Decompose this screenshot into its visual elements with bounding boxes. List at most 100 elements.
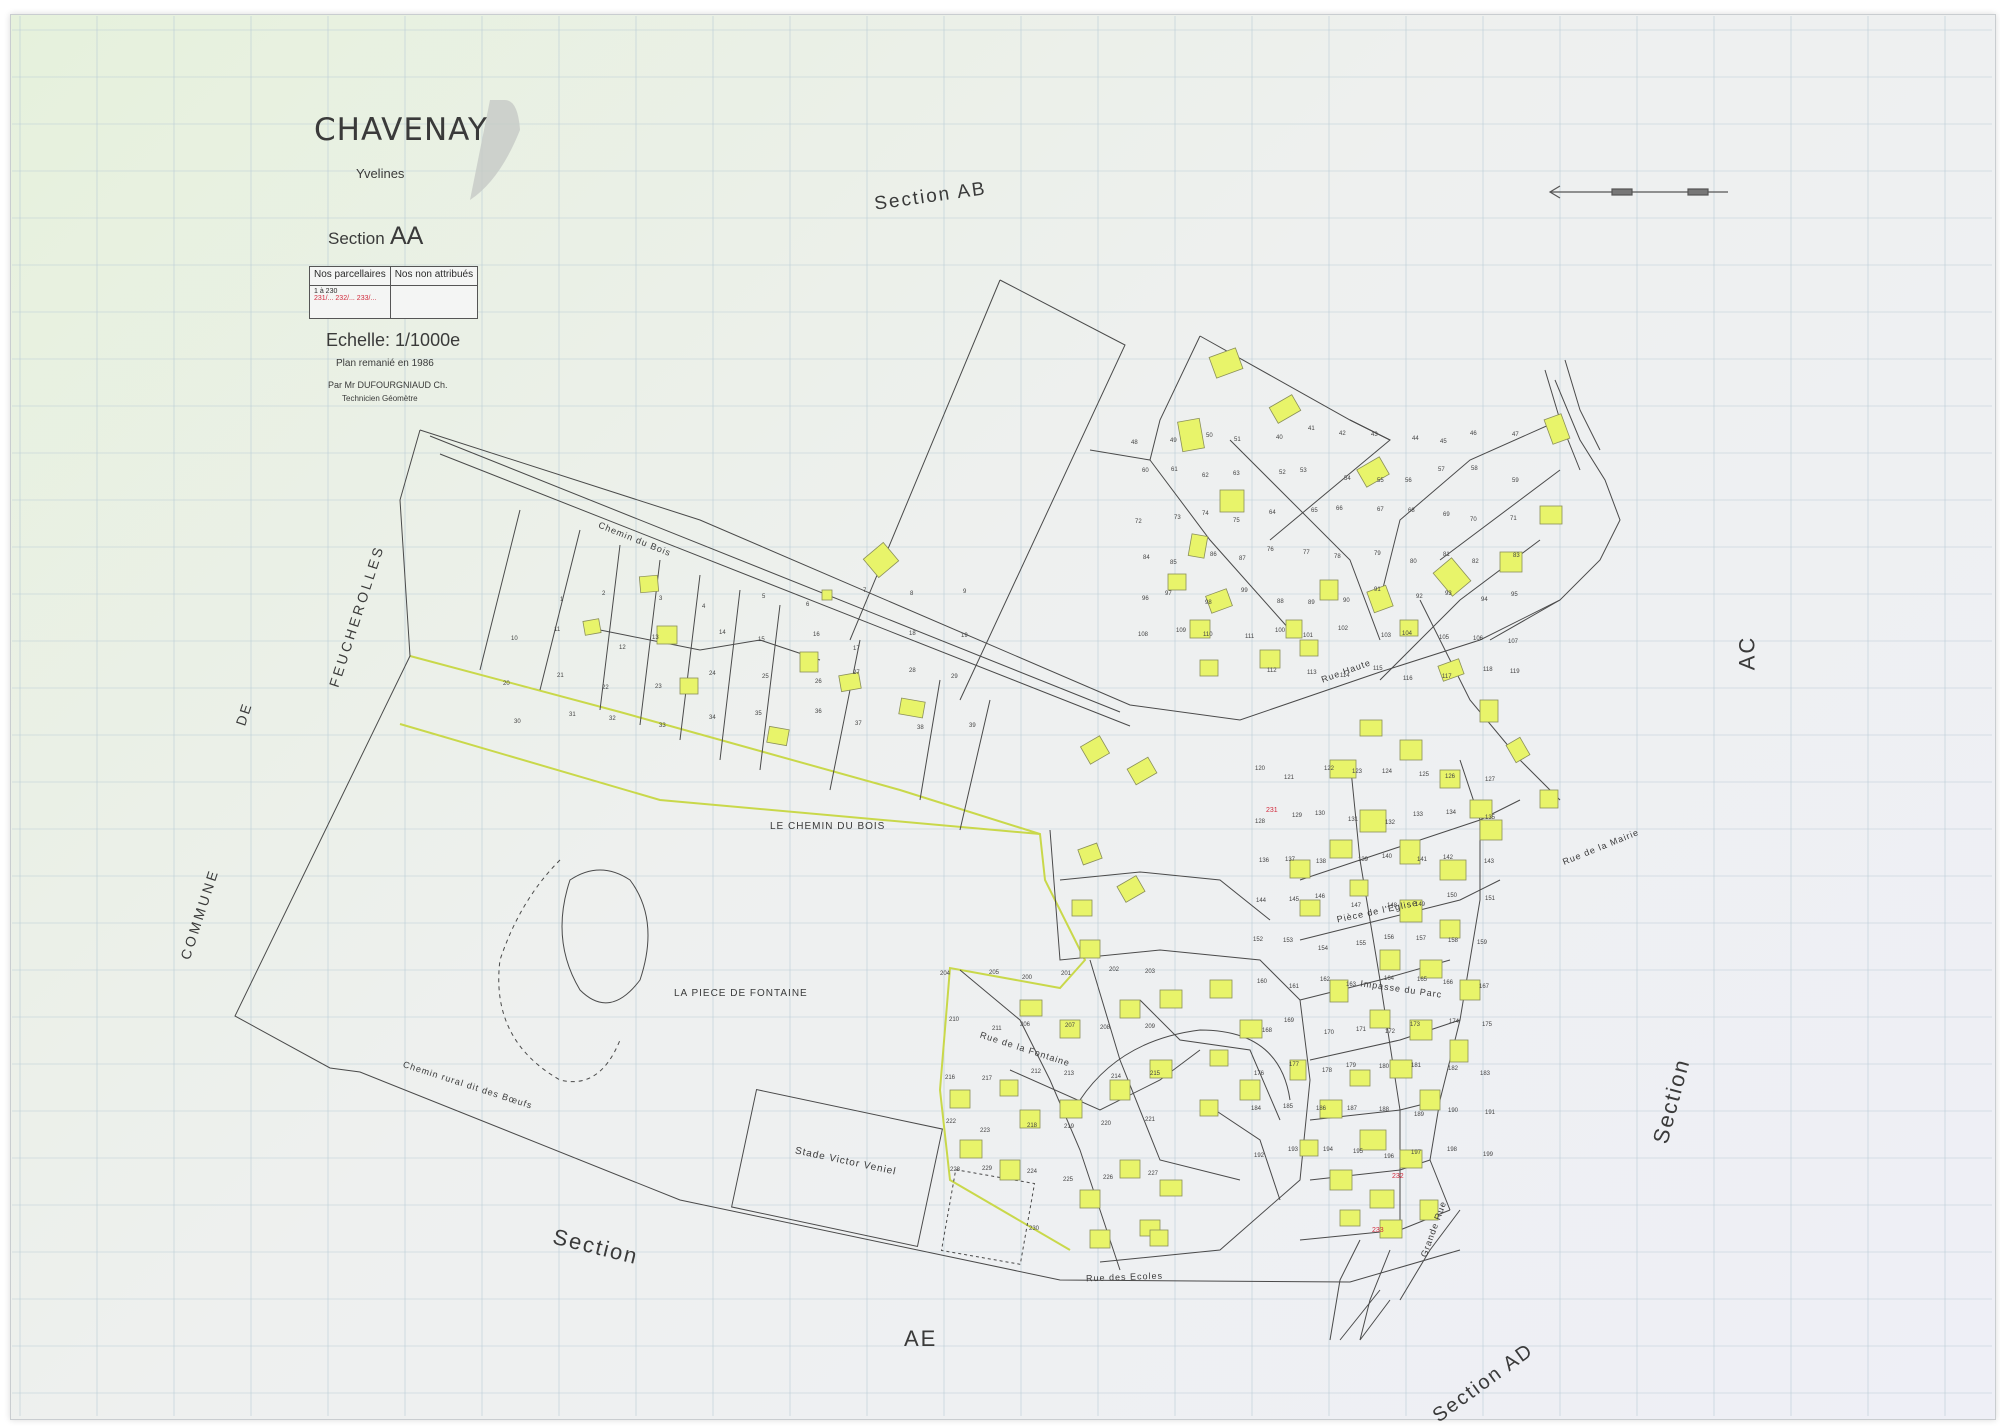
parcel-number: 71 [1510, 516, 1517, 522]
parcel-number: 206 [1020, 1022, 1031, 1028]
parcel-number: 44 [1412, 436, 1419, 442]
building-footprint [1349, 1069, 1371, 1087]
building-footprint [949, 1089, 971, 1109]
parcel-number: 27 [853, 670, 860, 676]
parcel-number: 227 [1148, 1171, 1159, 1177]
parcel-number: 40 [1276, 435, 1283, 441]
parcel-range: 1 à 230 [314, 288, 338, 295]
parcel-number: 173 [1410, 1022, 1421, 1028]
parcel-number: 89 [1308, 600, 1315, 606]
parcel-number: 218 [1027, 1123, 1038, 1129]
section-ae-code: AE [904, 1326, 938, 1351]
parcel-number: 198 [1447, 1147, 1458, 1153]
building-footprint [1479, 699, 1499, 723]
parcel-number: 49 [1170, 438, 1177, 444]
building-footprint [1079, 735, 1111, 765]
table-cell-unassigned [389, 285, 479, 319]
parcel-number: 178 [1322, 1068, 1333, 1074]
parcel-number: 52 [1279, 470, 1286, 476]
parcel-number: 95 [1511, 592, 1518, 598]
building-footprint [1389, 1059, 1413, 1079]
parcel-number: 76 [1267, 547, 1274, 553]
building-footprint [1079, 939, 1101, 959]
building-footprint [1339, 1209, 1361, 1227]
parcel-number: 20 [503, 681, 510, 687]
parcel-number: 21 [557, 673, 564, 679]
building-footprint [799, 651, 819, 673]
parcel-number: 225 [1063, 1177, 1074, 1183]
building-footprint [1505, 736, 1531, 764]
parcel-number: 157 [1416, 936, 1427, 942]
parcel-number: 104 [1402, 631, 1413, 637]
building-footprint [1149, 1229, 1169, 1247]
parcel-number: 113 [1307, 670, 1317, 676]
parcel-number: 3 [659, 596, 663, 602]
parcel-number: 96 [1142, 596, 1149, 602]
author-label: Par Mr DUFOURGNIAUD Ch. [328, 380, 448, 390]
parcel-number: 39 [969, 723, 976, 729]
parcel-number: 82 [1472, 559, 1479, 565]
parcel-number: 169 [1284, 1018, 1295, 1024]
building-footprint [1089, 1229, 1111, 1249]
building-footprint [1219, 489, 1245, 513]
parcel-number: 12 [619, 645, 626, 651]
building-footprint [1349, 879, 1369, 897]
parcel-number: 162 [1320, 977, 1331, 983]
parcel-number: 167 [1479, 984, 1490, 990]
parcel-number: 170 [1324, 1030, 1335, 1036]
parcel-number: 121 [1284, 775, 1295, 781]
parcel-number: 30 [514, 719, 521, 725]
parcel-number: 23 [655, 684, 662, 690]
parcel-number: 230 [1029, 1226, 1040, 1232]
parcel-number: 146 [1315, 894, 1326, 900]
parcel-number: 85 [1170, 560, 1177, 566]
parcel-number: 15 [758, 637, 765, 643]
parcel-number: 224 [1027, 1169, 1038, 1175]
north-arrow-icon [1548, 185, 1728, 199]
parcel-number: 4 [702, 604, 706, 610]
parcel-number: 175 [1482, 1022, 1493, 1028]
building-footprint [1539, 789, 1559, 809]
building-footprint [1209, 1049, 1229, 1067]
building-footprint [1259, 649, 1281, 669]
parcel-number: 63 [1233, 471, 1240, 477]
building-footprint [1268, 394, 1302, 424]
parcel-number: 62 [1202, 473, 1209, 479]
parcel-number: 163 [1346, 982, 1357, 988]
parcel-number: 125 [1419, 772, 1430, 778]
building-footprint [1285, 619, 1303, 639]
parcel-number: 183 [1480, 1071, 1491, 1077]
building-footprint [766, 725, 790, 747]
parcel-number: 151 [1485, 896, 1496, 902]
parcel-number: 18 [909, 631, 916, 637]
parcel-number: 159 [1477, 940, 1488, 946]
building-footprint [1439, 919, 1461, 939]
building-footprint [1019, 999, 1043, 1017]
plan-note: Plan remanié en 1986 [336, 358, 434, 369]
building-footprint [1239, 1019, 1263, 1039]
parcel-number: 221 [1145, 1117, 1156, 1123]
parcel-number: 54 [1344, 476, 1351, 482]
parcel-number: 33 [659, 723, 666, 729]
parcel-number: 70 [1470, 517, 1477, 523]
parcel-number: 123 [1352, 769, 1363, 775]
parcel-number: 50 [1206, 433, 1213, 439]
parcel-number: 78 [1334, 554, 1341, 560]
building-footprint [1543, 413, 1571, 445]
building-footprint [1359, 809, 1387, 833]
parcel-number: 17 [853, 646, 860, 652]
building-footprint [1359, 719, 1383, 737]
commune-boundary [399, 655, 1087, 1251]
table-cell-range: 1 à 230 231/... 232/... 233/... [309, 285, 391, 319]
parcel-number: 129 [1292, 813, 1303, 819]
parcel-number: 155 [1356, 941, 1367, 947]
parcel-number: 222 [946, 1119, 957, 1125]
building-footprint [1208, 347, 1244, 379]
parcel-number: 150 [1447, 893, 1458, 899]
parcel-number: 140 [1382, 854, 1393, 860]
building-footprint [1199, 659, 1219, 677]
parcel-number: 168 [1262, 1028, 1273, 1034]
parcel-number: 110 [1203, 632, 1213, 638]
parcel-number-table: Nos parcellaires Nos non attribués 1 à 2… [309, 266, 479, 319]
building-footprint [1126, 756, 1158, 786]
